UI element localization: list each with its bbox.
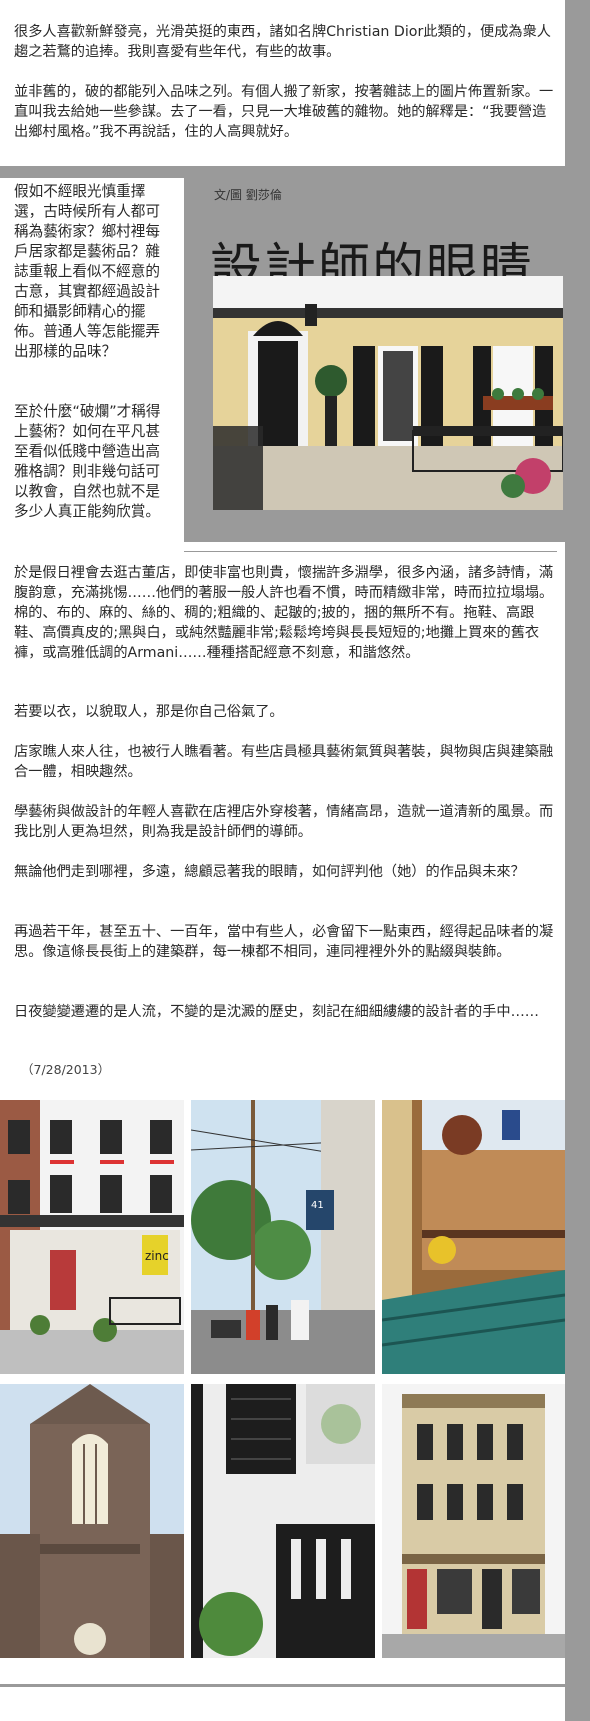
- side-paragraph-1: 假如不經眼光慎重擇選，古時候所有人都可稱為藝術家？鄉村裡每戶居家都是藝術品？雜誌…: [14, 183, 160, 360]
- zinc-storefront-illustration: zinc: [0, 1100, 184, 1374]
- side-paragraph-2: 至於什麼“破爛”才稱得上藝術？如何在平凡甚至看似低賤中營造出高雅格調？則非幾句話…: [14, 403, 161, 520]
- cafe-window-illustration: [382, 1100, 565, 1374]
- bottom-rule: [0, 1684, 565, 1687]
- cafe-window-photo: [382, 1100, 565, 1374]
- body-paragraph-2: 若要以衣，以貌取人，那是你自己俗氣了。: [14, 704, 284, 720]
- article-date: （7/28/2013）: [21, 1062, 111, 1077]
- black-shutter-bench-illustration: [191, 1384, 375, 1658]
- street-scene-photo: 41: [191, 1100, 375, 1374]
- church-tower-illustration: [0, 1384, 184, 1658]
- body-paragraph-3: 店家瞧人來人往，也被行人瞧看著。有些店員極具藝術氣質與著裝，與物與店與建築融合一…: [14, 744, 554, 780]
- victorian-building-illustration: [382, 1384, 565, 1658]
- article-byline: 文/圖 劉莎倫: [214, 188, 282, 202]
- street-number-text: 41: [311, 1200, 324, 1211]
- house-porch-photo: [213, 276, 563, 510]
- black-shutter-bench-photo: [191, 1384, 375, 1658]
- intro-paragraph-2: 並非舊的，破的都能列入品味之列。有個人搬了新家，按著雜誌上的圖片佈置新家。一直叫…: [14, 84, 554, 140]
- article-rule: [184, 551, 557, 552]
- body-paragraph-4: 學藝術與做設計的年輕人喜歡在店裡店外穿梭著，情緒高昂，造就一道清新的風景。而我比…: [14, 804, 554, 840]
- body-paragraph-5: 無論他們走到哪裡，多遠，總顧忌著我的眼睛，如何評判他（她）的作品與未來？: [14, 864, 525, 880]
- zinc-storefront-photo: zinc: [0, 1100, 184, 1374]
- zinc-sign-text: zinc: [145, 1249, 169, 1263]
- street-scene-illustration: 41: [191, 1100, 375, 1374]
- body-paragraph-7: 日夜變變遷遷的是人流，不變的是沈澱的歷史，刻記在細細縷縷的設計者的手中……: [14, 1004, 539, 1020]
- right-border-bar: [565, 0, 590, 1721]
- body-paragraph-1: 於是假日裡會去逛古董店，即使非富也則貴，懷揣許多淵學，很多內涵，諸多詩情，滿腹韵…: [14, 565, 554, 661]
- victorian-building-photo: [382, 1384, 565, 1658]
- house-porch-illustration: [213, 276, 563, 510]
- church-tower-photo: [0, 1384, 184, 1658]
- body-paragraph-6: 再過若干年，甚至五十、一百年，當中有些人，必會留下一點東西，經得起品味者的凝思。…: [14, 924, 554, 960]
- intro-paragraph-1: 很多人喜歡新鮮發亮，光滑英挺的東西，諸如名牌Christian Dior此類的，…: [14, 24, 551, 60]
